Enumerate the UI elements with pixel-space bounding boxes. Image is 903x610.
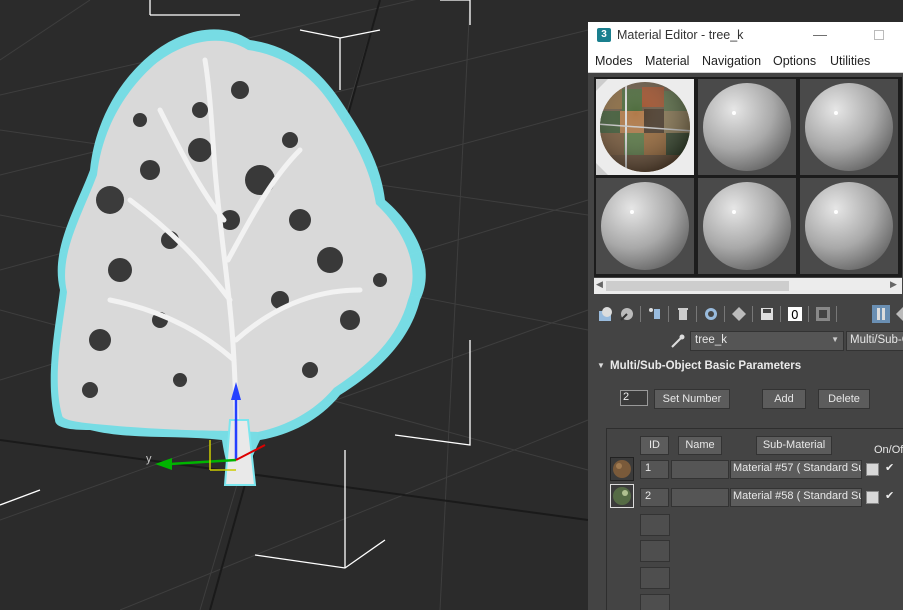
- material-id-icon[interactable]: 0: [786, 305, 804, 323]
- delete-icon[interactable]: [674, 305, 692, 323]
- sub-material-thumbnail[interactable]: [610, 484, 634, 508]
- set-number-value: 2: [623, 391, 630, 403]
- sub-material-on-checkbox[interactable]: ✔: [885, 463, 896, 474]
- sub-material-color-swatch[interactable]: [866, 491, 879, 504]
- empty-row: [640, 594, 670, 610]
- sub-material-name-field[interactable]: [671, 460, 729, 479]
- empty-row: [640, 540, 670, 562]
- chevron-down-icon: ▼: [831, 335, 839, 344]
- get-material-icon[interactable]: [597, 305, 615, 323]
- sub-material-color-swatch[interactable]: [866, 463, 879, 476]
- menu-material[interactable]: Material: [645, 54, 689, 68]
- scroll-left-icon[interactable]: ◀: [596, 279, 603, 290]
- sub-material-thumbnail[interactable]: [610, 457, 634, 481]
- sample-slot-3[interactable]: [800, 79, 898, 175]
- material-type-button[interactable]: Multi/Sub-Object: [846, 331, 903, 351]
- scroll-right-icon[interactable]: ▶: [890, 279, 897, 290]
- sub-material-button[interactable]: Material #58 ( Standard Surface ): [730, 488, 862, 507]
- column-header-on-off: On/Off: [874, 444, 903, 456]
- assign-to-selection-icon[interactable]: [646, 305, 664, 323]
- sample-slots: [594, 77, 902, 277]
- toolbar-separator: [836, 306, 837, 322]
- rollout-title: Multi/Sub-Object Basic Parameters: [610, 360, 802, 372]
- rollout-header[interactable]: ▼ Multi/Sub-Object Basic Parameters: [588, 358, 903, 376]
- material-effects-icon[interactable]: [730, 305, 748, 323]
- put-to-scene-icon[interactable]: [618, 305, 636, 323]
- toolbar-separator: [808, 306, 809, 322]
- y-axis-label: y: [146, 453, 152, 465]
- save-icon[interactable]: [758, 305, 776, 323]
- empty-row: [640, 567, 670, 589]
- menu-bar: Modes Material Navigation Options Utilit…: [588, 50, 903, 73]
- toolbar-separator: [780, 306, 781, 322]
- toolbar-separator: [640, 306, 641, 322]
- show-shaded-icon[interactable]: [814, 305, 832, 323]
- window-title: Material Editor - tree_k: [617, 28, 744, 42]
- show-end-result-icon[interactable]: [872, 305, 890, 323]
- menu-modes[interactable]: Modes: [595, 54, 633, 68]
- menu-options[interactable]: Options: [773, 54, 816, 68]
- material-editor-titlebar[interactable]: 3 Material Editor - tree_k —: [588, 22, 903, 50]
- delete-button[interactable]: Delete: [818, 389, 870, 409]
- column-header-name[interactable]: Name: [678, 436, 722, 455]
- collapse-triangle-icon: ▼: [597, 361, 605, 370]
- sample-slot-6[interactable]: [800, 178, 898, 274]
- sample-slot-2[interactable]: [698, 79, 796, 175]
- column-header-id[interactable]: ID: [640, 436, 669, 455]
- empty-row: [640, 514, 670, 536]
- toolbar-separator: [752, 306, 753, 322]
- sample-slots-scrollbar[interactable]: ◀ ▶: [594, 278, 902, 294]
- go-to-parent-icon[interactable]: [894, 305, 903, 323]
- add-button[interactable]: Add: [762, 389, 806, 409]
- sub-material-button[interactable]: Material #57 ( Standard Surface ): [730, 460, 862, 479]
- toolbar-separator: [724, 306, 725, 322]
- minimize-icon[interactable]: —: [813, 26, 827, 42]
- app-logo-icon: 3: [597, 28, 611, 42]
- toolbar-separator: [668, 306, 669, 322]
- material-toolbar: 0: [594, 302, 903, 326]
- material-editor-window: 3 Material Editor - tree_k — Modes Mater…: [588, 22, 903, 610]
- pick-material-eyedropper-icon[interactable]: [670, 333, 686, 349]
- set-number-field[interactable]: 2: [620, 390, 648, 406]
- material-type-label: Multi/Sub-Object: [850, 334, 903, 346]
- svg-text:0: 0: [791, 308, 799, 322]
- set-number-button[interactable]: Set Number: [654, 389, 730, 409]
- sub-material-name-field[interactable]: [671, 488, 729, 507]
- sub-material-on-checkbox[interactable]: ✔: [885, 491, 896, 502]
- column-header-sub-material[interactable]: Sub-Material: [756, 436, 832, 455]
- material-name-dropdown[interactable]: tree_k ▼: [690, 331, 844, 351]
- sample-slot-4[interactable]: [596, 178, 694, 274]
- sub-material-id[interactable]: 2: [640, 488, 669, 507]
- make-unique-icon[interactable]: [702, 305, 720, 323]
- menu-utilities[interactable]: Utilities: [830, 54, 870, 68]
- scrollbar-thumb[interactable]: [606, 281, 789, 291]
- sub-material-id[interactable]: 1: [640, 460, 669, 479]
- toolbar-separator: [696, 306, 697, 322]
- sample-slot-5[interactable]: [698, 178, 796, 274]
- menu-navigation[interactable]: Navigation: [702, 54, 761, 68]
- material-name: tree_k: [695, 334, 727, 346]
- sample-slot-1[interactable]: [596, 79, 694, 175]
- maximize-icon[interactable]: [874, 30, 884, 40]
